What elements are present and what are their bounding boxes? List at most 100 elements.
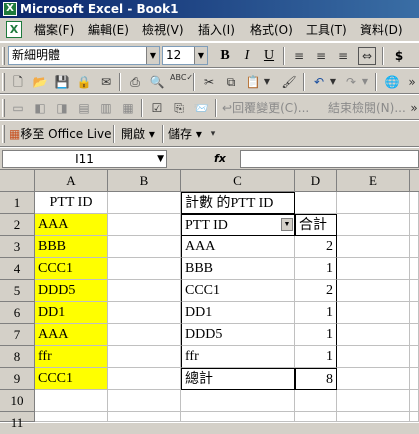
row-header-1[interactable]: 1 [0,192,35,214]
row-header-6[interactable]: 6 [0,302,35,324]
menu-format[interactable]: 格式(O) [246,21,297,39]
show-comment-icon[interactable]: ▤ [75,99,93,117]
workbook-icon[interactable]: X [6,21,22,38]
menu-edit[interactable]: 編輯(E) [84,21,133,39]
italic-button[interactable]: I [238,47,256,65]
update-file-icon[interactable]: ⎘ [170,99,188,117]
previous-comment-icon[interactable]: ◧ [31,99,49,117]
track-changes-icon[interactable]: ☑ [148,99,166,117]
toolbar-grip[interactable] [2,47,5,65]
column-header-b[interactable]: B [108,170,181,192]
cell-A11[interactable] [35,412,108,422]
cell-A6[interactable]: DD1 [35,302,108,324]
save-icon[interactable]: 💾 [53,73,71,91]
cell-E10[interactable] [337,390,410,412]
chevron-down-icon[interactable]: ▼ [281,218,293,231]
cell-B3[interactable] [108,236,181,258]
cell-B4[interactable] [108,258,181,280]
row-header-3[interactable]: 3 [0,236,35,258]
row-header-11[interactable]: 11 [0,412,35,430]
spelling-icon[interactable]: ABC✓ [170,73,193,91]
cell-B11[interactable] [108,412,181,422]
cell-D11[interactable] [295,412,337,422]
name-box[interactable]: I11 ▼ [2,150,167,168]
pivot-grand-total-label[interactable]: 總計 [181,368,295,390]
cell-E9[interactable] [337,368,410,390]
cell-E8[interactable] [337,346,410,368]
toolbar-options-icon[interactable]: ▾ [204,125,222,143]
undo-icon[interactable]: ↶ [310,73,328,91]
copy-icon[interactable]: ⧉ [222,73,240,91]
pivot-count[interactable]: 1 [295,302,337,324]
cell-F4[interactable] [410,258,419,280]
pivot-count[interactable]: 1 [295,346,337,368]
pivot-row-label[interactable]: BBB [181,258,295,280]
cell-E7[interactable] [337,324,410,346]
toolbar-grip[interactable] [2,73,5,91]
menu-insert[interactable]: 插入(I) [194,21,239,39]
pivot-row-field[interactable]: PTT ID ▼ [181,214,295,236]
excel-app-icon[interactable]: X [3,2,17,16]
cell-B5[interactable] [108,280,181,302]
show-all-comments-icon[interactable]: ▥ [97,99,115,117]
cell-F10[interactable] [410,390,419,412]
toolbar-grip[interactable] [2,99,5,117]
pivot-count[interactable]: 2 [295,236,337,258]
cell-A5[interactable]: DDD5 [35,280,108,302]
chevron-down-icon[interactable]: ▼ [262,73,272,91]
row-header-2[interactable]: 2 [0,214,35,236]
cell-B2[interactable] [108,214,181,236]
cell-A2[interactable]: AAA [35,214,108,236]
paste-icon[interactable]: 📋 [244,73,262,91]
row-header-9[interactable]: 9 [0,368,35,390]
pivot-row-label[interactable]: DD1 [181,302,295,324]
delete-comment-icon[interactable]: ▦ [119,99,137,117]
bold-button[interactable]: B [216,47,234,65]
cell-F9[interactable] [410,368,419,390]
cell-F6[interactable] [410,302,419,324]
cell-B8[interactable] [108,346,181,368]
menu-file[interactable]: 檔案(F) [30,21,78,39]
next-comment-icon[interactable]: ◨ [53,99,71,117]
cell-E4[interactable] [337,258,410,280]
reply-changes-button[interactable]: ↩回覆變更(C)... [222,99,309,117]
cell-F7[interactable] [410,324,419,346]
currency-button[interactable]: $ [390,47,408,65]
cell-E6[interactable] [337,302,410,324]
cell-E3[interactable] [337,236,410,258]
go-to-office-live-button[interactable]: ▦移至 Office Live [9,125,112,143]
cell-F3[interactable] [410,236,419,258]
cell-B10[interactable] [108,390,181,412]
open-icon[interactable]: 📂 [31,73,49,91]
font-name-select[interactable]: 新細明體 ▼ [8,46,160,65]
column-header-f[interactable] [410,170,419,192]
email-icon[interactable]: ✉ [97,73,115,91]
new-comment-icon[interactable]: ▭ [9,99,27,117]
print-preview-icon[interactable]: 🔍 [148,73,166,91]
end-review-button[interactable]: 結束檢閱(N)... [328,99,406,117]
chevron-down-icon[interactable]: ▼ [157,151,164,167]
underline-button[interactable]: U [260,47,278,65]
pivot-title[interactable]: 計數 的PTT ID [181,192,295,214]
menu-data[interactable]: 資料(D) [356,21,407,39]
column-header-c[interactable]: C [181,170,295,192]
select-all-corner[interactable] [0,170,35,192]
cell-A3[interactable]: BBB [35,236,108,258]
cell-A9[interactable]: CCC1 [35,368,108,390]
cell-F11[interactable] [410,412,419,422]
format-painter-icon[interactable]: 🖌 [280,73,298,91]
merge-center-icon[interactable]: ⇔ [358,47,376,65]
redo-icon[interactable]: ↷ [342,73,360,91]
toolbar-overflow-icon[interactable]: » [405,99,419,117]
cell-C11[interactable] [181,412,295,422]
permission-icon[interactable]: 🔒 [75,73,93,91]
pivot-grand-total[interactable]: 8 [295,368,337,390]
pivot-row-label[interactable]: DDD5 [181,324,295,346]
cell-D1[interactable] [295,192,337,214]
cell-C10[interactable] [181,390,295,412]
send-for-review-icon[interactable]: 📨 [192,99,210,117]
cell-F2[interactable] [410,214,419,236]
pivot-count[interactable]: 1 [295,258,337,280]
open-menu-button[interactable]: 開啟 ▾ [121,125,155,143]
cell-F1[interactable] [410,192,419,214]
